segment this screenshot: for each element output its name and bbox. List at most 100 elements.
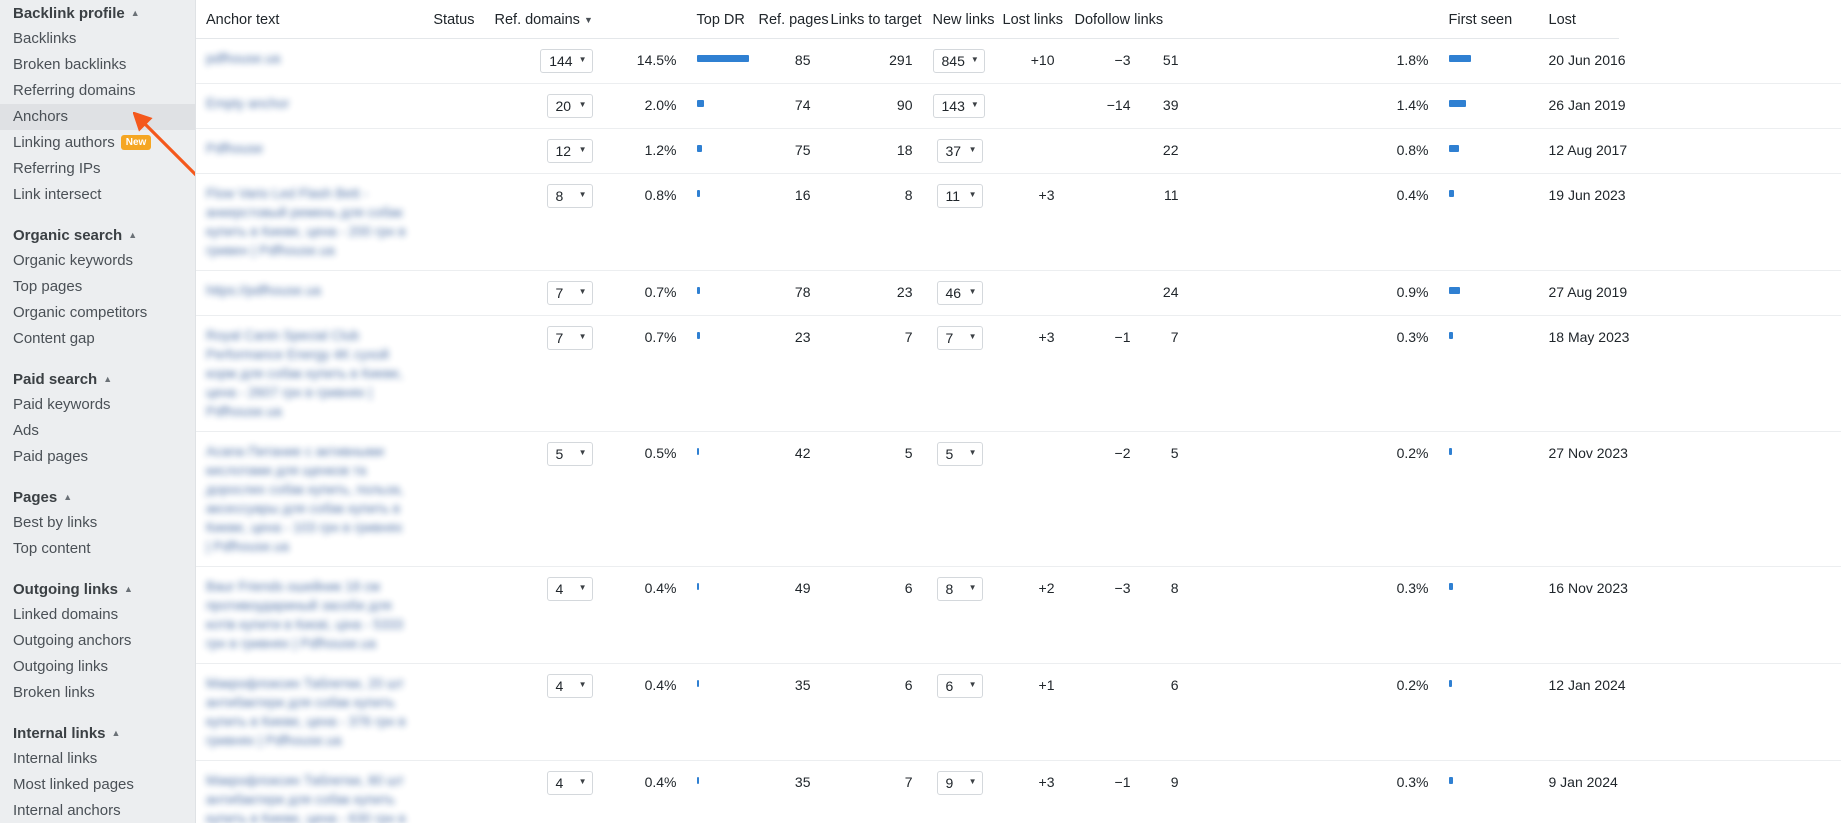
sidebar-item-best-by-links[interactable]: Best by links [0, 510, 195, 536]
ref-domains-dropdown[interactable]: 144 ▼ [540, 48, 593, 73]
sidebar-group-header[interactable]: Pages ▲ [0, 486, 195, 510]
anchor-text-link[interactable]: Макрофлоксин Таблетки, 80 шт антибактери… [206, 771, 409, 823]
table-row[interactable]: Flow Vario Led Flash Bett - анкерстовый … [196, 173, 1841, 271]
anchor-text-link[interactable]: Макрофлоксин Таблетки, 20 шт антибактери… [206, 674, 409, 750]
sidebar-item-label: Content gap [13, 330, 95, 347]
ref-domains-dropdown[interactable]: 8 ▼ [546, 183, 593, 208]
ref-domains-dropdown[interactable]: 12 ▼ [546, 138, 593, 163]
table-row[interactable]: Макрофлоксин Таблетки, 80 шт антибактери… [196, 760, 1841, 823]
sidebar-item-linking-authors[interactable]: Linking authors New [0, 130, 195, 156]
sidebar-item-organic-competitors[interactable]: Organic competitors [0, 300, 195, 326]
links-to-target-dropdown[interactable]: 46 ▼ [936, 280, 983, 305]
anchor-text-link[interactable]: Empty anchor [206, 94, 409, 113]
sidebar-group-header[interactable]: Outgoing links ▲ [0, 578, 195, 602]
links-to-target-value: 8 [945, 580, 954, 597]
links-to-target-dropdown[interactable]: 5 ▼ [936, 441, 983, 466]
table-row[interactable]: pdfhouse.ua 144 ▼ 14.5% 85 291 845 ▼ +10 −3 51 1.8%… [196, 38, 1841, 84]
links-to-target-dropdown[interactable]: 143 ▼ [932, 93, 985, 118]
ref-domains-dropdown[interactable]: 4 ▼ [546, 576, 593, 601]
col-top-dr[interactable]: Top DR [686, 0, 749, 39]
sidebar-item-ads[interactable]: Ads [0, 418, 195, 444]
ref-domains-dropdown[interactable]: 20 ▼ [546, 93, 593, 118]
cell-status [418, 566, 485, 664]
ref-domains-dropdown[interactable]: 7 ▼ [546, 325, 593, 350]
links-to-target-dropdown[interactable]: 11 ▼ [936, 183, 983, 208]
col-lost-links[interactable]: Lost links [992, 0, 1065, 39]
cell-anchor-text: Макрофлоксин Таблетки, 80 шт антибактери… [196, 760, 419, 823]
sidebar-group-header[interactable]: Organic search ▲ [0, 224, 195, 248]
col-dofollow-links[interactable]: Dofollow links [1064, 0, 1163, 39]
col-status[interactable]: Status [418, 0, 485, 39]
ref-domains-value: 4 [555, 677, 564, 694]
sidebar-group-backlink-profile: Backlink profile ▲ Backlinks Broken backlin… [0, 0, 195, 208]
sidebar-item-paid-keywords[interactable]: Paid keywords [0, 392, 195, 418]
table-row[interactable]: Acana Питание с активными кислотами для … [196, 431, 1841, 567]
col-first-seen[interactable]: First seen [1438, 0, 1539, 39]
table-row[interactable]: Empty anchor 20 ▼ 2.0% 74 90 143 ▼ −14 39 1.4% 26 J… [196, 83, 1841, 129]
sidebar-item-broken-backlinks[interactable]: Broken backlinks [0, 52, 195, 78]
sidebar-item-broken-links[interactable]: Broken links [0, 680, 195, 706]
sidebar-item-most-linked-pages[interactable]: Most linked pages [0, 772, 195, 798]
cell-first-seen: 9 Jan 2024 [1538, 760, 1619, 823]
links-to-target-dropdown[interactable]: 7 ▼ [936, 325, 983, 350]
col-lost[interactable]: Lost [1538, 0, 1619, 39]
links-to-target-dropdown[interactable]: 9 ▼ [936, 770, 983, 795]
sidebar-item-anchors[interactable]: Anchors [0, 104, 195, 130]
sidebar-item-linked-domains[interactable]: Linked domains [0, 602, 195, 628]
ref-domains-dropdown[interactable]: 7 ▼ [546, 280, 593, 305]
table-row[interactable]: Макрофлоксин Таблетки, 20 шт антибактери… [196, 663, 1841, 761]
anchor-text-link[interactable]: Flow Vario Led Flash Bett - анкерстовый … [206, 184, 409, 260]
table-row[interactable]: https://pdfhouse.ua 7 ▼ 0.7% 78 23 46 ▼ 24 0.9% 27… [196, 270, 1841, 316]
table-row[interactable]: Pdfhouse 12 ▼ 1.2% 75 18 37 ▼ 22 0.8% 12 Aug 2017 [196, 128, 1841, 174]
anchor-text-link[interactable]: https://pdfhouse.ua [206, 281, 409, 300]
sidebar-group-header[interactable]: Paid search ▲ [0, 368, 195, 392]
cell-top-dr: 74 [748, 83, 821, 129]
ref-domains-dropdown[interactable]: 4 ▼ [546, 673, 593, 698]
anchor-text-link[interactable]: Acana Питание с активными кислотами для … [206, 442, 409, 556]
links-to-target-dropdown[interactable]: 8 ▼ [936, 576, 983, 601]
sidebar-item-backlinks[interactable]: Backlinks [0, 26, 195, 52]
sidebar-item-referring-domains[interactable]: Referring domains [0, 78, 195, 104]
table-row[interactable]: Royal Canin Special Club Performance Ene… [196, 315, 1841, 432]
links-to-target-dropdown[interactable]: 37 ▼ [936, 138, 983, 163]
cell-dofollow-links: 7 [1140, 315, 1189, 432]
cell-anchor-text: Baur Friends ошейник 18 см противоударин… [196, 566, 419, 664]
cell-first-seen: 16 Nov 2023 [1538, 566, 1628, 664]
sidebar-item-internal-links[interactable]: Internal links [0, 746, 195, 772]
col-anchor-text[interactable]: Anchor text [196, 0, 419, 39]
table-row[interactable]: Baur Friends ошейник 18 см противоударин… [196, 566, 1841, 664]
cell-dofollow-percent: 0.8% [1188, 128, 1439, 174]
col-links-to-target[interactable]: Links to target [820, 0, 923, 39]
sidebar-item-label: Backlinks [13, 30, 77, 47]
sidebar-group-header[interactable]: Internal links ▲ [0, 722, 195, 746]
sidebar-item-organic-keywords[interactable]: Organic keywords [0, 248, 195, 274]
sidebar-item-referring-ips[interactable]: Referring IPs [0, 156, 195, 182]
sidebar-item-link-intersect[interactable]: Link intersect [0, 182, 195, 208]
ref-domains-dropdown[interactable]: 5 ▼ [546, 441, 593, 466]
cell-lost-links: −14 [1064, 83, 1141, 129]
anchor-text-link[interactable]: Baur Friends ошейник 18 см противоударин… [206, 577, 409, 653]
links-to-target-dropdown[interactable]: 845 ▼ [932, 48, 985, 73]
sidebar-item-top-content[interactable]: Top content [0, 536, 195, 562]
cell-links-to-target: 845 ▼ [922, 38, 993, 84]
ref-domains-dropdown[interactable]: 4 ▼ [546, 770, 593, 795]
cell-ref-pages: 291 [820, 38, 923, 84]
cell-anchor-text: pdfhouse.ua [196, 38, 419, 84]
sidebar-item-top-pages[interactable]: Top pages [0, 274, 195, 300]
cell-dofollow-links: 22 [1140, 128, 1189, 174]
sidebar-item-internal-anchors[interactable]: Internal anchors [0, 798, 195, 823]
sidebar-item-content-gap[interactable]: Content gap [0, 326, 195, 352]
sidebar-group-header[interactable]: Backlink profile ▲ [0, 2, 195, 26]
links-to-target-dropdown[interactable]: 6 ▼ [936, 673, 983, 698]
sidebar-item-outgoing-anchors[interactable]: Outgoing anchors [0, 628, 195, 654]
sidebar-item-paid-pages[interactable]: Paid pages [0, 444, 195, 470]
anchor-text-link[interactable]: pdfhouse.ua [206, 49, 409, 68]
anchor-text-link[interactable]: Royal Canin Special Club Performance Ene… [206, 326, 409, 421]
col-new-links[interactable]: New links [922, 0, 995, 39]
anchor-text-link[interactable]: Pdfhouse [206, 139, 409, 158]
col-ref-pages[interactable]: Ref. pages [748, 0, 829, 39]
sidebar-item-label: Broken links [13, 684, 95, 701]
col-ref-domains[interactable]: Ref. domains ▼ [484, 0, 603, 39]
cell-dofollow-bar [1438, 128, 1539, 174]
sidebar-item-outgoing-links[interactable]: Outgoing links [0, 654, 195, 680]
